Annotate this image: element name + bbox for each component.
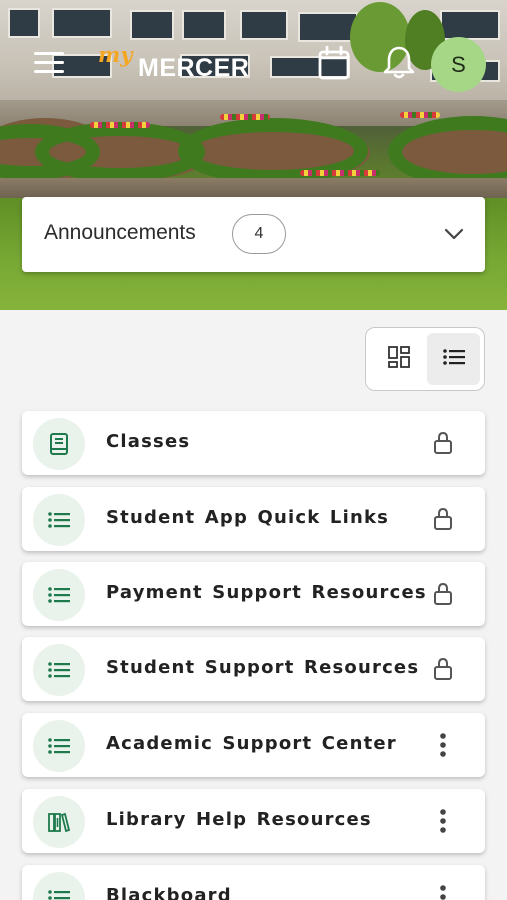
user-avatar[interactable]: S <box>431 37 486 92</box>
more-vertical-icon[interactable] <box>431 731 455 759</box>
list-item[interactable]: Student App Quick Links <box>22 487 485 551</box>
list-item-label: Blackboard <box>106 885 232 900</box>
announcements-count-badge: 4 <box>232 214 286 254</box>
list-item[interactable]: Student Support Resources <box>22 637 485 701</box>
menu-icon[interactable] <box>34 50 66 76</box>
list-icon <box>33 494 85 546</box>
logo-prefix: my <box>98 42 133 67</box>
grid-view-button[interactable] <box>372 333 425 385</box>
list-view-button[interactable] <box>427 333 480 385</box>
list-item-label: Academic Support Center <box>106 733 397 754</box>
more-vertical-icon[interactable] <box>431 807 455 835</box>
list-item-label: Classes <box>106 431 191 452</box>
list-item-label: Payment Support Resources <box>106 582 427 603</box>
list-view-icon <box>442 347 466 371</box>
book-icon <box>33 418 85 470</box>
list-item[interactable]: Academic Support Center <box>22 713 485 777</box>
logo-wordmark: MERCER <box>138 54 250 82</box>
chevron-down-icon <box>443 223 465 245</box>
mymercer-logo[interactable]: my MERCER <box>96 42 250 84</box>
calendar-icon[interactable] <box>318 45 350 80</box>
library-books-icon <box>33 796 85 848</box>
grid-view-icon <box>387 345 411 373</box>
list-icon <box>33 720 85 772</box>
building-photo <box>0 0 507 104</box>
more-vertical-icon[interactable] <box>431 883 455 900</box>
lock-icon <box>431 429 455 457</box>
view-toggle <box>365 327 485 391</box>
list-item-label: Student Support Resources <box>106 657 420 678</box>
notifications-bell-icon[interactable] <box>382 44 416 80</box>
list-item[interactable]: Library Help Resources <box>22 789 485 853</box>
list-icon <box>33 872 85 900</box>
list-icon <box>33 644 85 696</box>
list-item[interactable]: Blackboard <box>22 865 485 900</box>
lock-icon <box>431 580 455 608</box>
list-item-label: Student App Quick Links <box>106 507 390 528</box>
list-item-label: Library Help Resources <box>106 809 372 830</box>
list-item[interactable]: Payment Support Resources <box>22 562 485 626</box>
announcements-label: Announcements <box>44 221 196 244</box>
list-icon <box>33 569 85 621</box>
list-item[interactable]: Classes <box>22 411 485 475</box>
lock-icon <box>431 505 455 533</box>
announcements-panel[interactable]: Announcements 4 <box>22 197 485 272</box>
lock-icon <box>431 655 455 683</box>
